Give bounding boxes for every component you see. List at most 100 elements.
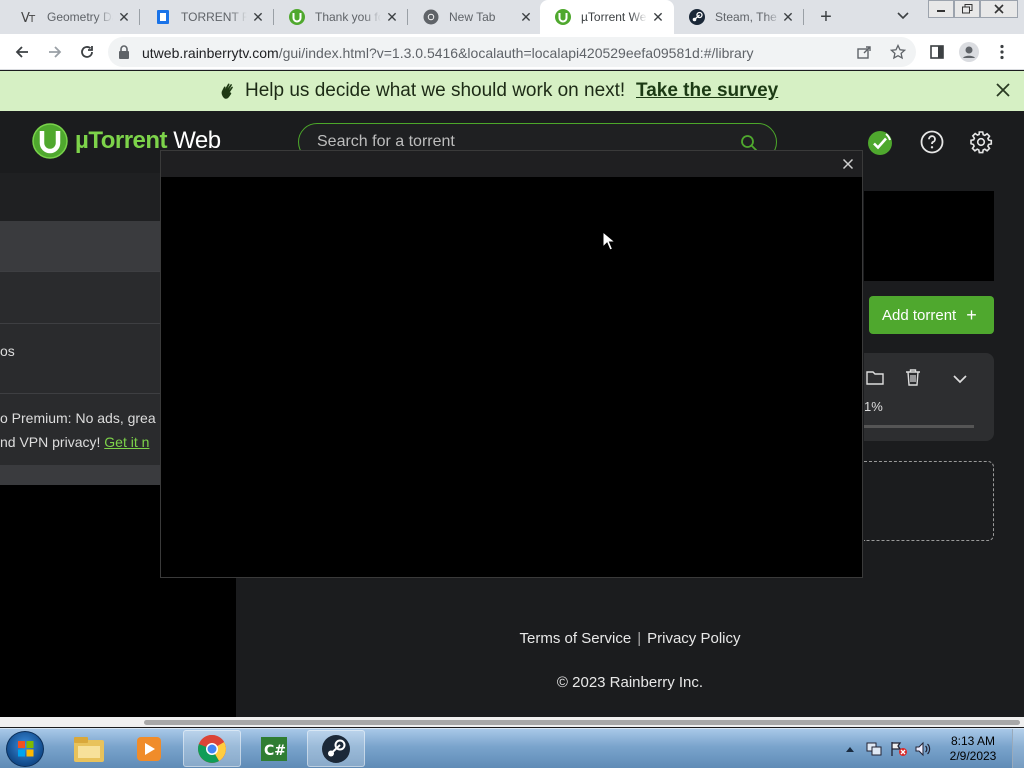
torrent-card[interactable]: 1% bbox=[864, 353, 994, 441]
torrent-progress-percent: 1% bbox=[864, 399, 883, 414]
profile-avatar-icon[interactable] bbox=[958, 41, 980, 63]
banner-close-icon[interactable] bbox=[995, 82, 1011, 103]
utorrent-favicon-icon bbox=[288, 8, 306, 26]
csharp-app-taskbar-icon[interactable]: C# bbox=[245, 730, 303, 767]
share-icon[interactable] bbox=[856, 44, 872, 65]
plus-icon: + bbox=[966, 305, 977, 325]
sidebar-item[interactable]: os bbox=[0, 323, 160, 393]
tab-geometry-dash[interactable]: VT Geometry Dash ✕ bbox=[6, 0, 140, 34]
geometry-dash-favicon-icon: VT bbox=[20, 8, 38, 26]
banner-message: Help us decide what we should work on ne… bbox=[245, 80, 626, 101]
steam-taskbar-icon[interactable] bbox=[307, 730, 365, 767]
modal-header bbox=[161, 151, 862, 177]
footer-separator: | bbox=[637, 630, 642, 647]
tab-search-chevron-icon[interactable] bbox=[896, 8, 910, 27]
privacy-policy-link[interactable]: Privacy Policy bbox=[647, 630, 740, 647]
logo-brand: µTorrent bbox=[75, 127, 168, 154]
windows-taskbar: C# 8:13 AM 2/9/2023 bbox=[0, 728, 1024, 768]
system-clock[interactable]: 8:13 AM 2/9/2023 bbox=[942, 734, 1004, 764]
window-close-button[interactable] bbox=[980, 0, 1018, 18]
tab-title: TORRENT FILE bbox=[181, 10, 247, 24]
scrollbar-thumb[interactable] bbox=[144, 720, 1020, 725]
add-torrent-label: Add torrent bbox=[882, 306, 957, 324]
show-desktop-button[interactable] bbox=[1012, 729, 1024, 768]
url-host: utweb.rainberrytv.com bbox=[142, 45, 279, 61]
url-path: /gui/index.html?v=1.3.0.5416&localauth=l… bbox=[278, 45, 754, 61]
tab-utorrent-web[interactable]: µTorrent Web ✕ bbox=[540, 0, 674, 34]
volume-icon[interactable] bbox=[914, 729, 932, 768]
chrome-menu-icon[interactable] bbox=[991, 41, 1013, 63]
sidebar-item-label: os bbox=[0, 343, 15, 359]
chrome-taskbar-icon[interactable] bbox=[183, 730, 241, 767]
tab-torrent-file[interactable]: TORRENT FILE ✕ bbox=[140, 0, 274, 34]
promo-line-2-text: nd VPN privacy! bbox=[0, 434, 101, 450]
promo-line-1: o Premium: No ads, grea bbox=[0, 410, 156, 426]
horizontal-scrollbar[interactable] bbox=[0, 717, 1024, 727]
tab-title: Steam, The Ultimate bbox=[715, 10, 781, 24]
tab-steam[interactable]: Steam, The Ultimate ✕ bbox=[674, 0, 804, 34]
tab-title: Geometry Dash bbox=[47, 10, 113, 24]
video-modal[interactable] bbox=[160, 150, 863, 578]
mouse-cursor-icon bbox=[602, 230, 617, 256]
terms-of-service-link[interactable]: Terms of Service bbox=[520, 630, 632, 647]
action-center-flag-icon[interactable] bbox=[890, 729, 908, 768]
torrent-progress-bar bbox=[864, 425, 974, 428]
svg-text:T: T bbox=[28, 14, 36, 24]
sidebar-header-area bbox=[0, 173, 160, 221]
sidebar-item-selected[interactable] bbox=[0, 221, 160, 271]
tab-close-icon[interactable]: ✕ bbox=[116, 9, 132, 25]
clock-date: 2/9/2023 bbox=[949, 749, 997, 763]
survey-banner: Help us decide what we should work on ne… bbox=[0, 71, 1024, 111]
sidebar-divider bbox=[0, 465, 160, 485]
browser-toolbar: utweb.rainberrytv.com/gui/index.html?v=1… bbox=[0, 34, 1024, 70]
media-player-taskbar-icon[interactable] bbox=[120, 730, 178, 767]
tab-close-icon[interactable]: ✕ bbox=[780, 9, 796, 25]
media-preview bbox=[864, 191, 994, 281]
utorrent-logo-icon[interactable] bbox=[32, 123, 68, 164]
help-icon[interactable] bbox=[920, 130, 944, 159]
tab-close-icon[interactable]: ✕ bbox=[250, 9, 266, 25]
window-restore-button[interactable] bbox=[954, 0, 980, 18]
footer-links: Terms of Service | Privacy Policy bbox=[236, 630, 1024, 647]
new-tab-button[interactable]: + bbox=[815, 6, 837, 29]
tab-new-tab[interactable]: New Tab ✕ bbox=[408, 0, 542, 34]
screen: VT Geometry Dash ✕ TORRENT FILE ✕ Thank … bbox=[0, 0, 1024, 768]
modal-close-icon[interactable] bbox=[842, 157, 854, 175]
tab-thank-you[interactable]: Thank you for ✕ bbox=[274, 0, 408, 34]
expand-chevron-icon[interactable] bbox=[953, 371, 967, 389]
search-placeholder: Search for a torrent bbox=[317, 133, 455, 150]
tab-close-icon[interactable]: ✕ bbox=[518, 9, 534, 25]
utorrent-favicon-icon bbox=[554, 8, 572, 26]
chrome-favicon-icon bbox=[422, 8, 440, 26]
remote-status-icon[interactable] bbox=[867, 130, 893, 161]
side-panel-icon[interactable] bbox=[926, 41, 948, 63]
reload-icon[interactable] bbox=[76, 41, 98, 63]
tab-title: µTorrent Web bbox=[581, 10, 647, 24]
trash-icon[interactable] bbox=[905, 368, 921, 391]
lock-icon[interactable] bbox=[118, 45, 130, 64]
back-arrow-icon[interactable] bbox=[11, 41, 33, 63]
promo-line-2: nd VPN privacy! Get it n bbox=[0, 434, 149, 450]
tab-close-icon[interactable]: ✕ bbox=[650, 9, 666, 25]
network-icon[interactable] bbox=[866, 729, 882, 768]
start-button[interactable] bbox=[6, 731, 44, 767]
get-it-now-link[interactable]: Get it n bbox=[104, 434, 149, 450]
bookmark-star-icon[interactable] bbox=[889, 43, 907, 65]
file-explorer-taskbar-icon[interactable] bbox=[60, 730, 118, 767]
take-survey-link[interactable]: Take the survey bbox=[636, 80, 778, 102]
waving-hand-icon bbox=[219, 82, 237, 105]
add-torrent-button[interactable]: Add torrent + bbox=[869, 296, 994, 334]
tab-title: New Tab bbox=[449, 10, 496, 24]
copyright-text: © 2023 Rainberry Inc. bbox=[556, 674, 704, 691]
window-minimize-button[interactable] bbox=[928, 0, 954, 18]
show-hidden-icons-arrow-icon[interactable] bbox=[845, 729, 855, 768]
sidebar-item[interactable] bbox=[0, 271, 160, 323]
tab-close-icon[interactable]: ✕ bbox=[384, 9, 400, 25]
forward-arrow-icon[interactable] bbox=[44, 41, 66, 63]
drop-zone[interactable] bbox=[864, 461, 994, 541]
svg-text:C#: C# bbox=[264, 743, 286, 759]
address-bar[interactable]: utweb.rainberrytv.com/gui/index.html?v=1… bbox=[108, 37, 916, 67]
settings-gear-icon[interactable] bbox=[969, 130, 993, 159]
url-text: utweb.rainberrytv.com/gui/index.html?v=1… bbox=[142, 45, 753, 61]
folder-icon[interactable] bbox=[866, 369, 884, 390]
